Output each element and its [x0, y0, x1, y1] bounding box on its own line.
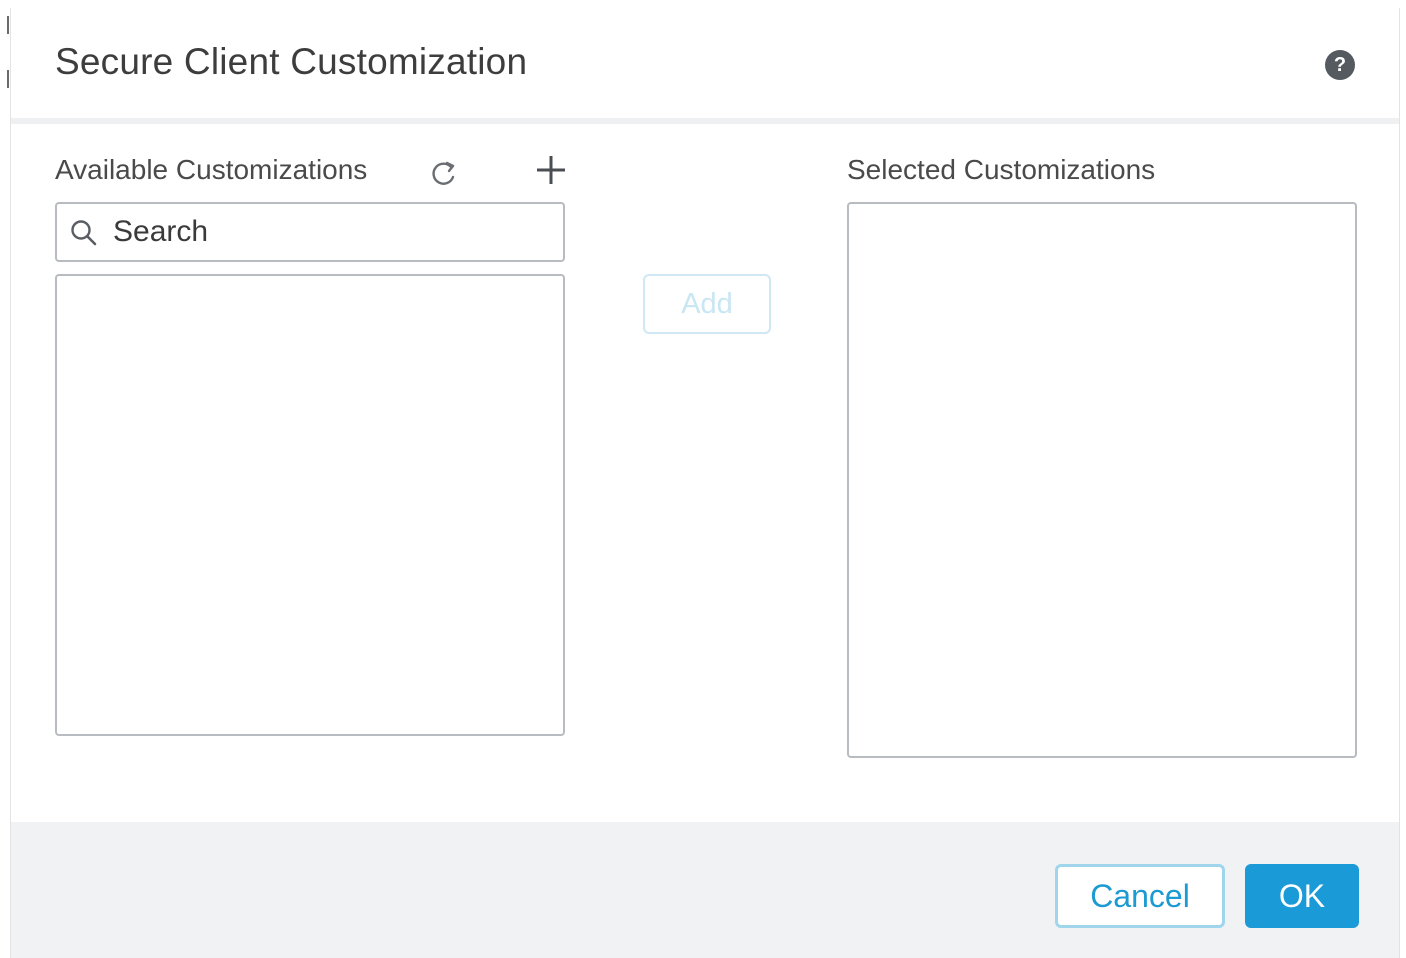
- help-icon[interactable]: ?: [1325, 50, 1355, 80]
- window-edge-mark: [7, 70, 9, 88]
- available-customizations-list[interactable]: [55, 274, 565, 736]
- search-icon: [71, 220, 97, 246]
- add-customization-plus-icon[interactable]: [533, 152, 569, 188]
- window-edge-mark: [7, 16, 9, 34]
- search-input[interactable]: [113, 208, 553, 256]
- available-customizations-label: Available Customizations: [55, 154, 368, 185]
- ok-button[interactable]: OK: [1245, 864, 1359, 928]
- dialog-header: Secure Client Customization ?: [11, 8, 1399, 124]
- selected-customizations-list[interactable]: [847, 202, 1357, 758]
- cancel-button[interactable]: Cancel: [1055, 864, 1225, 928]
- dialog-title: Secure Client Customization: [55, 41, 528, 82]
- available-search-box[interactable]: [55, 202, 565, 262]
- secure-client-customization-dialog: Secure Client Customization ? Available …: [10, 8, 1400, 958]
- selected-customizations-label: Selected Customizations: [847, 154, 1156, 185]
- add-button[interactable]: Add: [643, 274, 771, 334]
- refresh-icon[interactable]: [429, 158, 459, 188]
